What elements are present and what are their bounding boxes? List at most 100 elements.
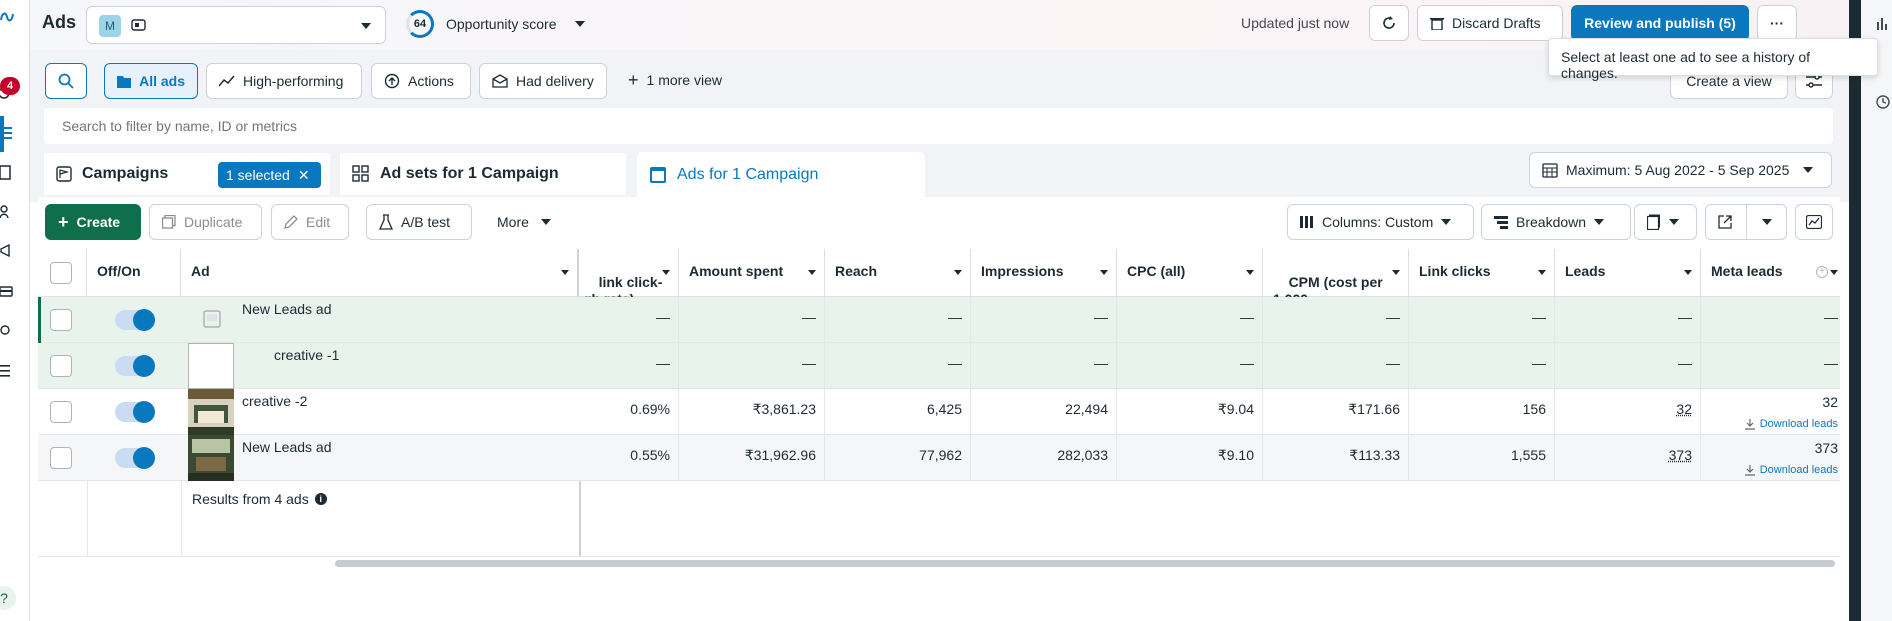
meta-logo-icon[interactable] [0, 10, 14, 28]
search-input[interactable] [44, 108, 1833, 144]
review-publish-button[interactable]: Review and publish (5) [1571, 5, 1749, 41]
header-impressions[interactable]: Impressions [971, 249, 1117, 297]
export-button[interactable] [1705, 204, 1787, 240]
view-had-delivery[interactable]: Had delivery [479, 63, 607, 99]
sort-chevron-icon[interactable] [561, 270, 569, 275]
opportunity-chevron-icon[interactable] [575, 21, 585, 27]
tab-ads[interactable]: Ads for 1 Campaign [637, 152, 925, 197]
create-button[interactable]: + Create [45, 204, 141, 240]
page-title: Ads [42, 12, 77, 32]
cell-impressions: — [971, 297, 1117, 343]
more-actions-button[interactable]: More [497, 214, 551, 230]
view-high-performing[interactable]: High-performing [206, 63, 362, 99]
sort-chevron-icon[interactable] [1246, 270, 1254, 275]
refresh-icon [1383, 16, 1395, 29]
sort-chevron-icon[interactable] [662, 270, 670, 275]
table-row[interactable]: creative -2 0.69% ₹3,861.23 6,425 22,494… [38, 389, 1840, 435]
cell-impressions: — [971, 343, 1117, 389]
opportunity-score-gauge[interactable]: 64 [406, 10, 434, 38]
menu-icon[interactable] [0, 364, 14, 382]
ad-name[interactable]: creative -1 [274, 347, 339, 363]
ad-thumbnail-placeholder-icon [188, 297, 234, 343]
export-icon [1718, 215, 1732, 229]
cell-cpm: — [1263, 297, 1409, 343]
cell-leads[interactable]: 373 [1555, 435, 1701, 481]
reporting-icon[interactable] [1877, 16, 1889, 30]
header-leads[interactable]: Leads [1555, 249, 1701, 297]
ad-toggle[interactable] [115, 447, 155, 469]
edit-button[interactable]: Edit [271, 204, 349, 240]
ad-name[interactable]: creative -2 [242, 393, 307, 409]
campaign-icon[interactable] [0, 244, 14, 262]
audiences-icon[interactable] [0, 205, 14, 223]
account-selector[interactable]: M [86, 6, 386, 44]
charts-button[interactable] [1795, 204, 1833, 240]
sort-chevron-icon[interactable] [954, 270, 962, 275]
sort-chevron-icon[interactable] [808, 270, 816, 275]
tab-ad-sets[interactable]: Ad sets for 1 Campaign [340, 153, 626, 195]
header-cpm[interactable]: CPM (cost per 1,000… [1263, 249, 1409, 307]
ad-name[interactable]: New Leads ad [242, 301, 332, 317]
ad-toggle[interactable] [115, 309, 155, 331]
row-checkbox[interactable] [50, 355, 72, 377]
ad-toggle[interactable] [115, 401, 155, 423]
header-amount-spent[interactable]: Amount spent [679, 249, 825, 297]
columns-button[interactable]: Columns: Custom [1287, 204, 1474, 240]
ad-name[interactable]: New Leads ad [242, 439, 332, 455]
more-views-button[interactable]: + 1 more view [628, 71, 722, 89]
header-ctr[interactable]: link click- gh rate) [579, 249, 679, 307]
breakdown-button[interactable]: Breakdown [1481, 204, 1631, 240]
view-all-ads[interactable]: All ads [104, 63, 198, 99]
cell-leads[interactable]: 32 [1555, 389, 1701, 435]
header-cpc[interactable]: CPC (all) [1117, 249, 1263, 297]
sort-chevron-icon[interactable] [1392, 270, 1400, 275]
ab-test-button[interactable]: A/B test [366, 204, 472, 240]
header-ad[interactable]: Ad [181, 249, 579, 297]
sort-chevron-icon[interactable] [1538, 270, 1546, 275]
ad-toggle[interactable] [115, 355, 155, 377]
cell-reach: — [825, 343, 971, 389]
billing-icon[interactable] [0, 285, 14, 303]
opportunity-score-label[interactable]: Opportunity score [446, 16, 557, 32]
more-options-button[interactable]: ··· [1757, 5, 1797, 41]
flask-icon [379, 214, 393, 230]
row-checkbox[interactable] [50, 401, 72, 423]
duplicate-button[interactable]: Duplicate [149, 204, 262, 240]
cell-cpc: ₹9.04 [1117, 389, 1263, 435]
horizontal-scrollbar[interactable] [335, 560, 1835, 567]
help-icon[interactable]: ? [0, 586, 16, 610]
ads-manager-table-icon[interactable] [0, 126, 14, 144]
row-checkbox[interactable] [50, 447, 72, 469]
filter-search-bar[interactable] [44, 108, 1833, 144]
chevron-down-icon [1594, 219, 1605, 225]
table-row[interactable]: creative -1 — — — — — — — — — [38, 343, 1840, 389]
header-select [38, 249, 87, 297]
refresh-button[interactable] [1369, 5, 1409, 41]
add-column-icon[interactable]: + [1816, 266, 1828, 278]
history-icon[interactable] [1875, 94, 1891, 110]
table-row[interactable]: New Leads ad 0.55% ₹31,962.96 77,962 282… [38, 435, 1840, 481]
row-checkbox[interactable] [50, 309, 72, 331]
pages-icon[interactable] [0, 165, 14, 183]
broken-image-icon [188, 343, 234, 389]
date-range-picker[interactable]: Maximum: 5 Aug 2022 - 5 Sep 2025 [1529, 152, 1832, 188]
select-all-checkbox[interactable] [50, 262, 72, 284]
header-off-on[interactable]: Off/On [87, 249, 181, 297]
discard-drafts-button[interactable]: Discard Drafts [1417, 5, 1563, 41]
download-leads-link[interactable]: Download leads [1744, 464, 1838, 476]
header-link-clicks[interactable]: Link clicks [1409, 249, 1555, 297]
search-button[interactable] [45, 63, 87, 99]
chevron-down-icon[interactable] [1762, 219, 1772, 225]
selected-count-chip[interactable]: 1 selected ✕ [218, 162, 321, 188]
sort-chevron-icon[interactable] [1100, 270, 1108, 275]
sort-chevron-icon[interactable] [1684, 270, 1692, 275]
view-actions[interactable]: Actions [371, 63, 471, 99]
business-tools-icon[interactable] [0, 325, 14, 343]
header-reach[interactable]: Reach [825, 249, 971, 297]
clear-selection-icon[interactable]: ✕ [298, 167, 310, 184]
reports-button[interactable] [1634, 204, 1697, 240]
download-leads-link[interactable]: Download leads [1744, 418, 1838, 430]
info-icon[interactable]: i [314, 493, 327, 505]
sort-chevron-icon[interactable] [1830, 270, 1838, 275]
table-row[interactable]: New Leads ad — — — — — — — — — [38, 297, 1840, 389]
